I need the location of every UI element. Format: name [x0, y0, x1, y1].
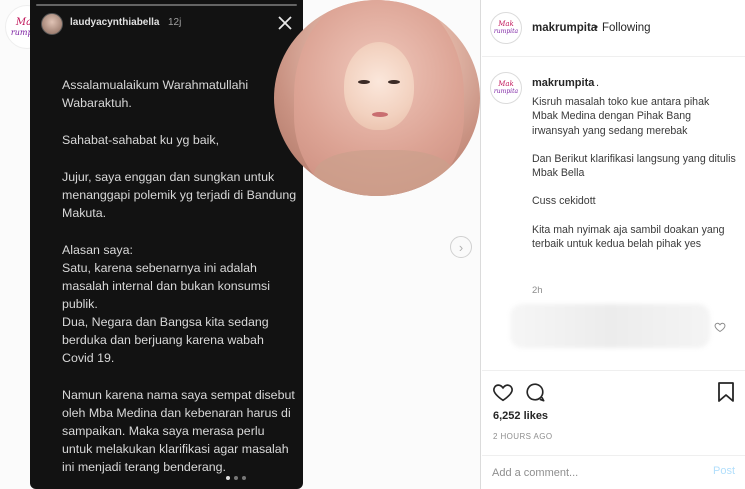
post-panel: Mak rumpita makrumpita • Following Mak r…	[482, 0, 745, 489]
heart-icon[interactable]	[492, 381, 514, 403]
photo-hand	[314, 150, 454, 196]
avatar[interactable]: Mak rumpita	[490, 12, 522, 44]
caption-paragraph: Kisruh masalah toko kue antara pihak Mba…	[532, 96, 710, 137]
page-dot	[242, 476, 246, 480]
caption-paragraph: Dan Berikut klarifikasi langsung yang di…	[532, 152, 736, 180]
story-progress-bar	[36, 4, 297, 7]
following-button[interactable]: Following	[602, 22, 651, 34]
page-dot	[234, 476, 238, 480]
photo-lips	[372, 112, 388, 117]
caption-paragraph: Kita mah nyimak aja sambil doakan yang t…	[532, 223, 725, 251]
header-separator: •	[594, 22, 599, 34]
comment-heart-icon[interactable]	[714, 321, 726, 333]
caption-username-suffix: .	[596, 77, 600, 89]
caption-username[interactable]: makrumpita	[532, 77, 594, 89]
story-paragraph: Jujur, saya enggan dan sungkan untuk men…	[62, 170, 297, 220]
comment-input[interactable]	[492, 465, 692, 481]
avatar-line2: rumpita	[493, 28, 519, 35]
photo-eye	[388, 80, 400, 84]
post-age: 2 HOURS AGO	[493, 432, 553, 441]
avatar-line2: rumpita	[493, 88, 519, 95]
caption-paragraph: Cuss cekidott	[532, 195, 596, 208]
story-progress-segment	[36, 4, 297, 6]
page-dot	[226, 476, 230, 480]
likes-count[interactable]: 6,252 likes	[493, 410, 548, 422]
post-button[interactable]: Post	[713, 465, 735, 477]
caption-time: 2h	[532, 285, 543, 296]
avatar-line1: Mak	[498, 20, 514, 28]
story-paragraph: Sahabat-sahabat ku yg baik,	[62, 133, 220, 147]
comment-bubble-icon[interactable]	[524, 381, 546, 403]
story-paragraph: Namun karena nama saya sempat disebut ol…	[62, 388, 295, 474]
caption-avatar[interactable]: Mak rumpita	[490, 72, 522, 104]
blurred-comment	[510, 304, 710, 348]
story-paragraph: Satu, karena sebenarnya ini adalah masal…	[62, 261, 271, 311]
story-avatar	[41, 13, 63, 35]
story-text: Assalamualaikum Warahmatullahi Wabaraktu…	[62, 76, 298, 489]
story-page-dots	[226, 476, 246, 480]
chevron-right-icon[interactable]: ›	[450, 236, 472, 258]
photo-eye	[358, 80, 370, 84]
actions-divider	[482, 370, 745, 371]
caption-text: Kisruh masalah toko kue antara pihak Mba…	[532, 95, 737, 251]
avatar-line1: Mak	[498, 80, 514, 88]
story-paragraph: Dua, Negara dan Bangsa kita sedang berdu…	[62, 315, 269, 365]
story-time: 12j	[168, 17, 182, 28]
story-username: laudyacynthiabella	[70, 17, 160, 28]
story-paragraph: Alasan saya:	[62, 243, 133, 257]
close-icon[interactable]	[276, 14, 294, 32]
header-username[interactable]: makrumpita	[532, 22, 597, 34]
bookmark-icon[interactable]	[716, 381, 736, 403]
story-paragraph: Assalamualaikum Warahmatullahi Wabaraktu…	[62, 78, 249, 110]
profile-photo	[274, 0, 480, 196]
post-media: Mak rumpita laudyacynthiabella 12j Assal…	[0, 0, 481, 489]
